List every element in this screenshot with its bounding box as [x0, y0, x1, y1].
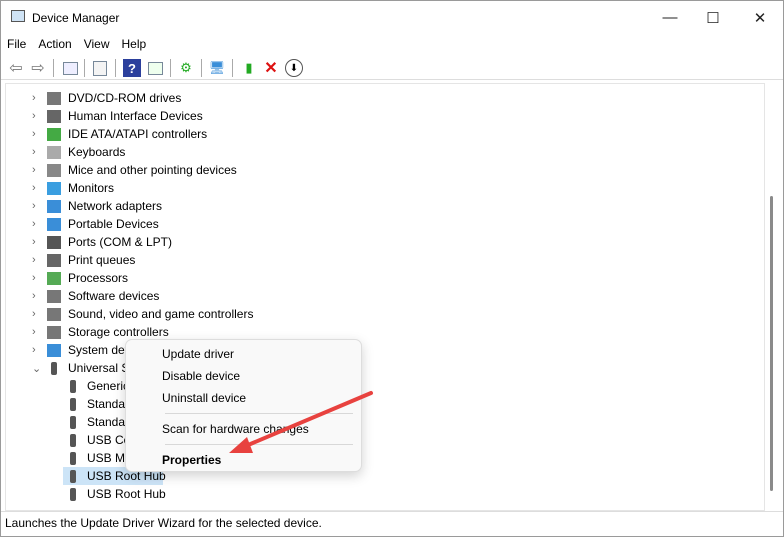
- device-manager-window: Device Manager — ☐ ✕ File Action View He…: [0, 0, 784, 537]
- annotation-arrow: [229, 391, 373, 453]
